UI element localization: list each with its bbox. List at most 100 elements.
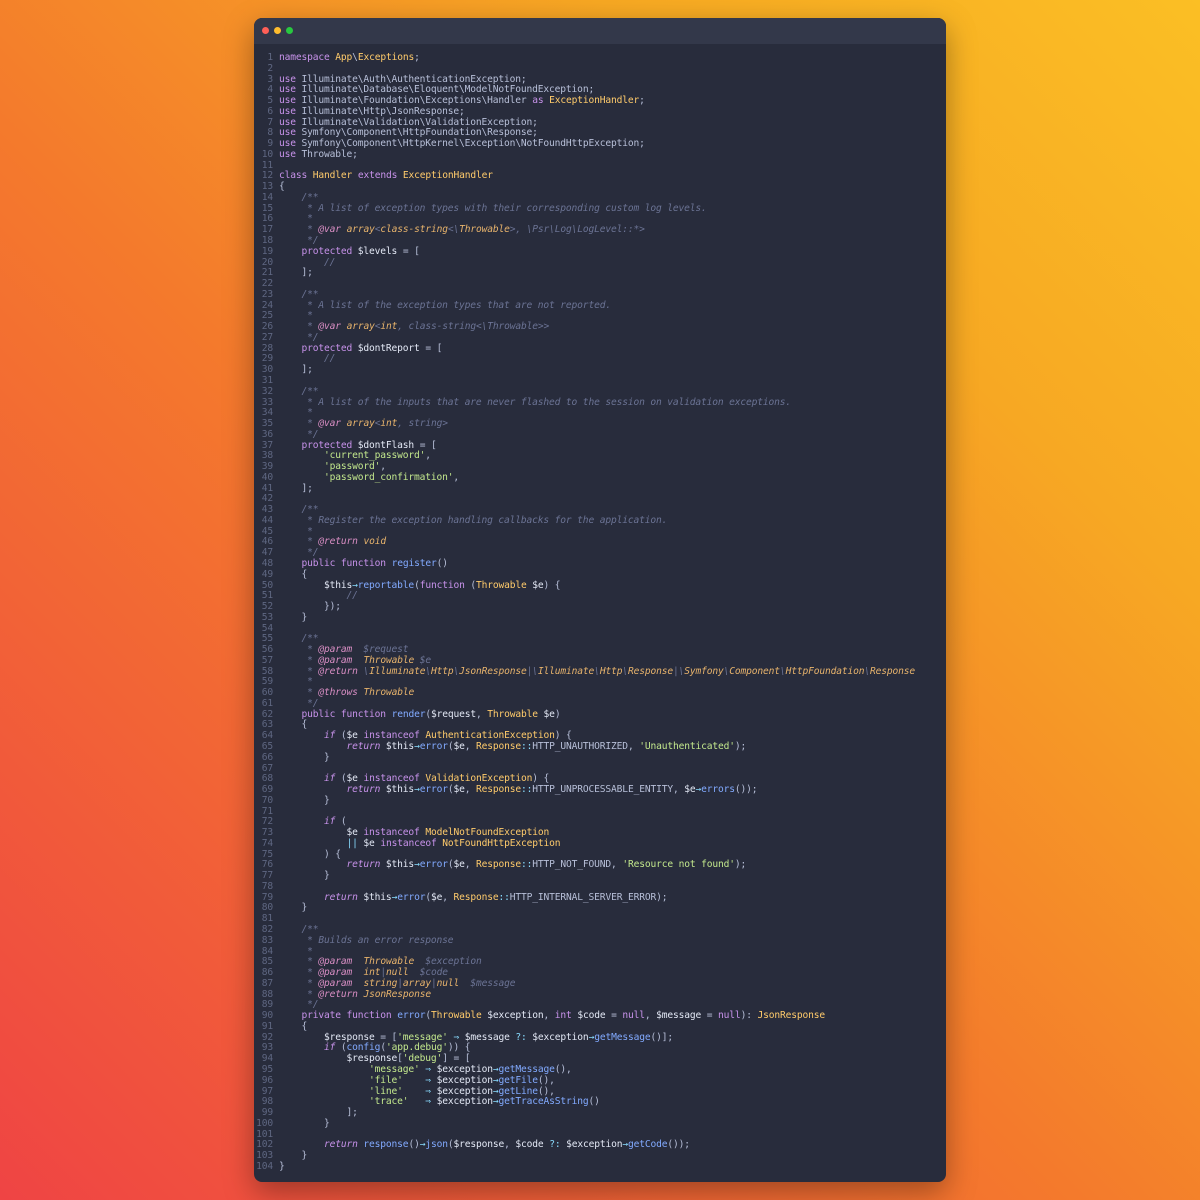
code-token: $e xyxy=(543,708,555,720)
code-line: 103 } xyxy=(254,1150,946,1162)
code-token: , xyxy=(464,859,477,871)
line-number: 104 xyxy=(256,1160,273,1172)
code-token: ?: xyxy=(515,1031,527,1043)
code-token: use xyxy=(279,138,296,150)
code-token: /** xyxy=(301,191,319,203)
code-line: 9 use Symfony\Component\HttpKernel\Except… xyxy=(254,138,946,150)
code-token: = [ xyxy=(419,342,443,354)
code-token: function xyxy=(340,708,386,720)
code-token: $code xyxy=(408,967,448,979)
code-line: 62 public function render($request, Thro… xyxy=(254,708,946,721)
code-token: ) { xyxy=(532,773,550,785)
code-token: Throwable xyxy=(363,956,415,968)
line-number: 2 xyxy=(267,62,273,74)
code-token: NotFoundHttpException xyxy=(442,837,561,849)
code-line: 100 } xyxy=(254,1118,946,1130)
code-token: */ xyxy=(301,999,319,1011)
code-token: * A list of the inputs that are never fl… xyxy=(301,396,791,408)
code-token: $response xyxy=(346,1053,398,1065)
code-token: Response xyxy=(476,859,522,871)
code-token: $message xyxy=(656,1010,702,1022)
code-token: instanceof xyxy=(363,730,420,742)
code-token: $e xyxy=(532,579,544,591)
code-token: /** xyxy=(301,924,319,936)
code-token: $response xyxy=(324,1031,375,1043)
line-number: 23 xyxy=(261,288,273,300)
code-line: 24 * A list of the exception types that … xyxy=(254,299,946,312)
code-token: 'password' xyxy=(324,461,381,473)
code-token: * A list of the exception types that are… xyxy=(301,299,611,311)
code-token: $this xyxy=(385,741,415,752)
code-token: 'Unauthenticated' xyxy=(639,741,735,752)
code-token: * xyxy=(301,418,319,430)
code-token: protected xyxy=(301,342,353,354)
code-token: public xyxy=(301,708,336,720)
code-token: Throwable xyxy=(363,654,415,666)
code-token: 'debug' xyxy=(402,1053,443,1065)
code-token: null xyxy=(622,1010,645,1022)
close-dot-icon[interactable] xyxy=(262,27,269,34)
code-line: 65 return $this→error($e, Response::HTTP… xyxy=(254,741,946,753)
code-token: ExceptionHandler xyxy=(549,95,640,107)
code-token: 'message' xyxy=(369,1063,420,1075)
code-token: Illuminate\Validation\ValidationExceptio… xyxy=(295,116,538,128)
code-token: $response xyxy=(453,1139,505,1151)
line-number: 19 xyxy=(261,245,273,257)
code-token: $exception xyxy=(487,1010,544,1022)
code-token: , xyxy=(453,471,460,483)
code-token: response xyxy=(363,1139,409,1151)
code-token: return xyxy=(346,859,381,871)
code-token: 'line' xyxy=(369,1085,403,1097)
line-number: 6 xyxy=(267,105,273,117)
code-token: $exception xyxy=(532,1031,589,1043)
code-token: 'app.debug' xyxy=(385,1042,448,1054)
code-token: Throwable xyxy=(430,1010,482,1022)
code-token: ()); xyxy=(734,784,758,796)
code-token: */ xyxy=(301,235,319,247)
code-token: $code xyxy=(577,1010,606,1022)
minimize-dot-icon[interactable] xyxy=(274,27,281,34)
code-token: return xyxy=(346,784,381,796)
code-line: 70 } xyxy=(254,795,946,807)
code-token: protected xyxy=(301,439,353,451)
code-token: (), xyxy=(554,1063,572,1075)
code-line: 69 return $this→error($e, Response::HTTP… xyxy=(254,784,946,796)
code-line: 51 // xyxy=(254,590,946,602)
code-line: 19 protected $levels = [ xyxy=(254,245,946,258)
code-token: * xyxy=(301,213,313,225)
code-token: , xyxy=(476,708,488,720)
code-token: * xyxy=(301,407,313,419)
maximize-dot-icon[interactable] xyxy=(286,27,293,34)
code-token: $exception xyxy=(436,1074,493,1086)
code-token: 'file' xyxy=(369,1074,403,1086)
code-token: array xyxy=(402,977,431,989)
code-token: ( xyxy=(464,579,476,591)
code-token: Illuminate xyxy=(537,665,595,677)
line-number: 83 xyxy=(261,934,273,946)
code-token: = [ xyxy=(374,1031,398,1043)
code-area[interactable]: 1 namespace App\Exceptions; 2 3 use Illumina… xyxy=(254,52,946,1173)
code-token: getMessage xyxy=(498,1063,555,1075)
code-token: getMessage xyxy=(594,1031,651,1043)
code-token: reportable xyxy=(357,579,415,591)
